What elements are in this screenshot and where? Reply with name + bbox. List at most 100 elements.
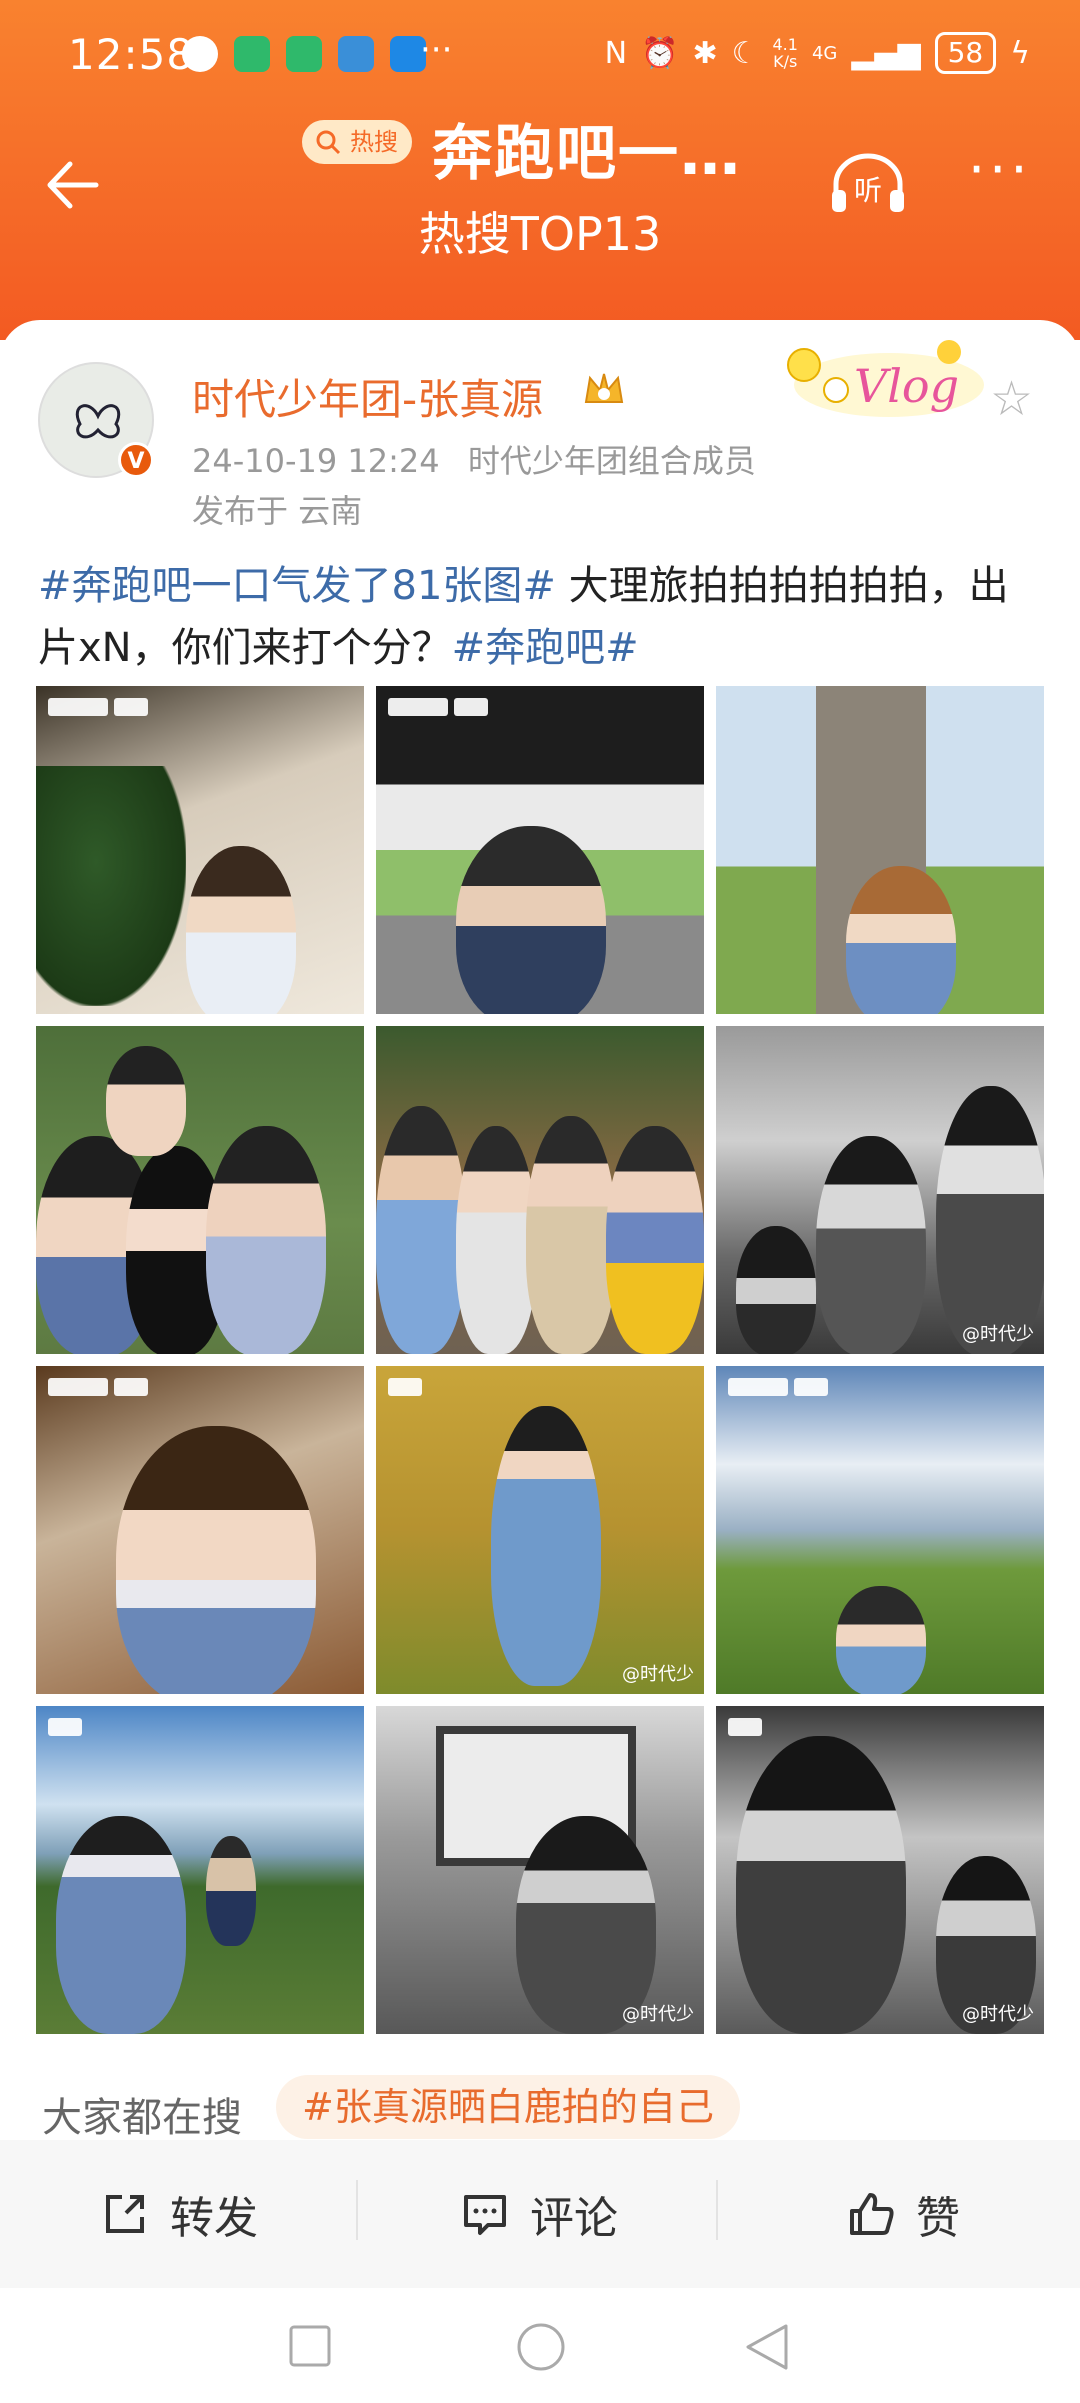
photo-1[interactable] (36, 686, 364, 1014)
repost-button[interactable]: 转发 (100, 2140, 258, 2288)
station-tag (388, 698, 488, 716)
person-figure (116, 1426, 316, 1694)
recent-apps-icon[interactable] (288, 2324, 332, 2368)
plant-leaves (36, 766, 186, 1006)
photo-9[interactable] (716, 1366, 1044, 1694)
station-tag (728, 1378, 828, 1396)
topic-link[interactable]: #奔跑吧一口气发了81张图# (38, 563, 556, 609)
username[interactable]: 时代少年团-张真源 (192, 366, 543, 427)
home-icon[interactable] (516, 2322, 566, 2372)
station-tag (388, 1378, 422, 1396)
status-time: 12:58 (68, 30, 195, 79)
person-figure (456, 1126, 536, 1354)
verified-badge-icon: V (118, 442, 154, 478)
person-figure (106, 1046, 186, 1156)
back-nav-icon[interactable] (744, 2322, 790, 2372)
person-figure (56, 1816, 186, 2034)
watermark: @时代少 (622, 1664, 694, 1685)
station-tag (48, 1718, 82, 1736)
watermark: @时代少 (622, 2004, 694, 2025)
member-crown-icon (584, 373, 624, 403)
like-label: 赞 (916, 2193, 960, 2244)
station-tag (728, 1718, 762, 1736)
station-tag (48, 698, 148, 716)
post-datetime: 24-10-19 12:24 (192, 442, 440, 480)
photo-12[interactable]: @时代少 (716, 1706, 1044, 2034)
bluetooth-icon: ✱ (692, 35, 718, 71)
post-action-bar: 转发 评论 赞 (0, 2140, 1080, 2288)
trending-search-chip[interactable]: #张真源晒白鹿拍的自己 (276, 2075, 740, 2139)
divider (716, 2180, 718, 2240)
trending-label: 大家都在搜 (42, 2095, 242, 2141)
more-options-icon[interactable]: ··· (968, 143, 1032, 197)
watermark: @时代少 (962, 1324, 1034, 1345)
signal-icon: ▂▄▆ (851, 35, 921, 71)
post-text: #奔跑吧一口气发了81张图# 大理旅拍拍拍拍拍拍，出片xN，你们来打个分？#奔跑… (38, 555, 1048, 679)
alarm-icon: ⏰ (641, 35, 679, 71)
person-figure (491, 1406, 601, 1686)
charging-icon: ϟ (1010, 35, 1030, 71)
status-app-icons (182, 36, 426, 72)
status-more-icon: ··· (420, 30, 453, 70)
sports-app-icon-2 (286, 36, 322, 72)
post-meta: 24-10-19 12:24 时代少年团组合成员 (192, 436, 756, 482)
battery-level: 58 (934, 32, 997, 74)
net-speed: 4.1 K/s (772, 35, 798, 71)
person-figure (376, 1106, 466, 1354)
person-figure (736, 1736, 906, 2034)
page-subtitle: 热搜TOP13 (418, 207, 662, 261)
photo-8[interactable]: @时代少 (376, 1366, 704, 1694)
person-figure (836, 1586, 926, 1694)
comment-button[interactable]: 评论 (460, 2140, 618, 2288)
game-app-icon (338, 36, 374, 72)
comment-icon (464, 2195, 506, 2235)
person-figure (186, 846, 296, 1014)
status-right: N ⏰ ✱ ☾ 4.1 K/s 4G ▂▄▆ 58 ϟ (605, 32, 1030, 74)
page-title: 奔跑吧一… (432, 119, 742, 189)
watermark: @时代少 (962, 2004, 1034, 2025)
nfc-icon: N (604, 35, 628, 71)
post-source: 时代少年团组合成员 (467, 442, 756, 480)
hot-search-badge: 热搜 (302, 120, 412, 164)
person-figure (846, 866, 956, 1014)
station-tag (48, 1378, 148, 1396)
person-figure (456, 826, 606, 1014)
status-bar: 12:58 ··· N ⏰ ✱ ☾ 4.1 K/s 4G ▂▄▆ 58 ϟ (0, 20, 1080, 90)
share-icon (106, 2195, 144, 2233)
photo-2[interactable] (376, 686, 704, 1014)
listen-label: 听 (854, 174, 882, 207)
header-bar: 12:58 ··· N ⏰ ✱ ☾ 4.1 K/s 4G ▂▄▆ 58 ϟ 热搜 (0, 0, 1080, 340)
person-figure (606, 1126, 704, 1354)
comment-label: 评论 (530, 2193, 618, 2244)
thumbs-up-icon (850, 2193, 894, 2235)
photo-11[interactable]: @时代少 (376, 1706, 704, 2034)
photo-7[interactable] (36, 1366, 364, 1694)
favorite-star-icon[interactable]: ☆ (990, 375, 1033, 423)
photo-4[interactable] (36, 1026, 364, 1354)
listen-headphone-icon[interactable]: 听 (828, 150, 908, 216)
trending-search-row: 大家都在搜 #张真源晒白鹿拍的自己 (0, 2075, 1080, 2145)
vlog-sticker-icon: Vlog (787, 340, 984, 417)
photo-5[interactable] (376, 1026, 704, 1354)
divider (356, 2180, 358, 2240)
post-location: 发布于 云南 (192, 492, 363, 530)
topic-link-2[interactable]: #奔跑吧# (452, 625, 639, 671)
photo-10[interactable] (36, 1706, 364, 2034)
system-nav-bar (0, 2288, 1080, 2403)
photo-3[interactable] (716, 686, 1044, 1014)
person-figure (526, 1116, 616, 1354)
person-figure (736, 1226, 816, 1354)
search-icon (316, 130, 341, 155)
app-notification-icon (182, 36, 218, 72)
person-figure (936, 1086, 1044, 1354)
photo-6[interactable]: @时代少 (716, 1026, 1044, 1354)
photo-grid: @时代少 @时代少 @时代少 @时代少 (36, 686, 1044, 2034)
sports-app-icon (234, 36, 270, 72)
network-type: 4G (811, 42, 838, 64)
person-figure (206, 1836, 256, 1946)
repost-label: 转发 (170, 2193, 258, 2244)
like-button[interactable]: 赞 (846, 2140, 960, 2288)
vlog-text: Vlog (854, 359, 959, 413)
person-figure (816, 1136, 926, 1354)
moon-icon: ☾ (731, 35, 759, 71)
